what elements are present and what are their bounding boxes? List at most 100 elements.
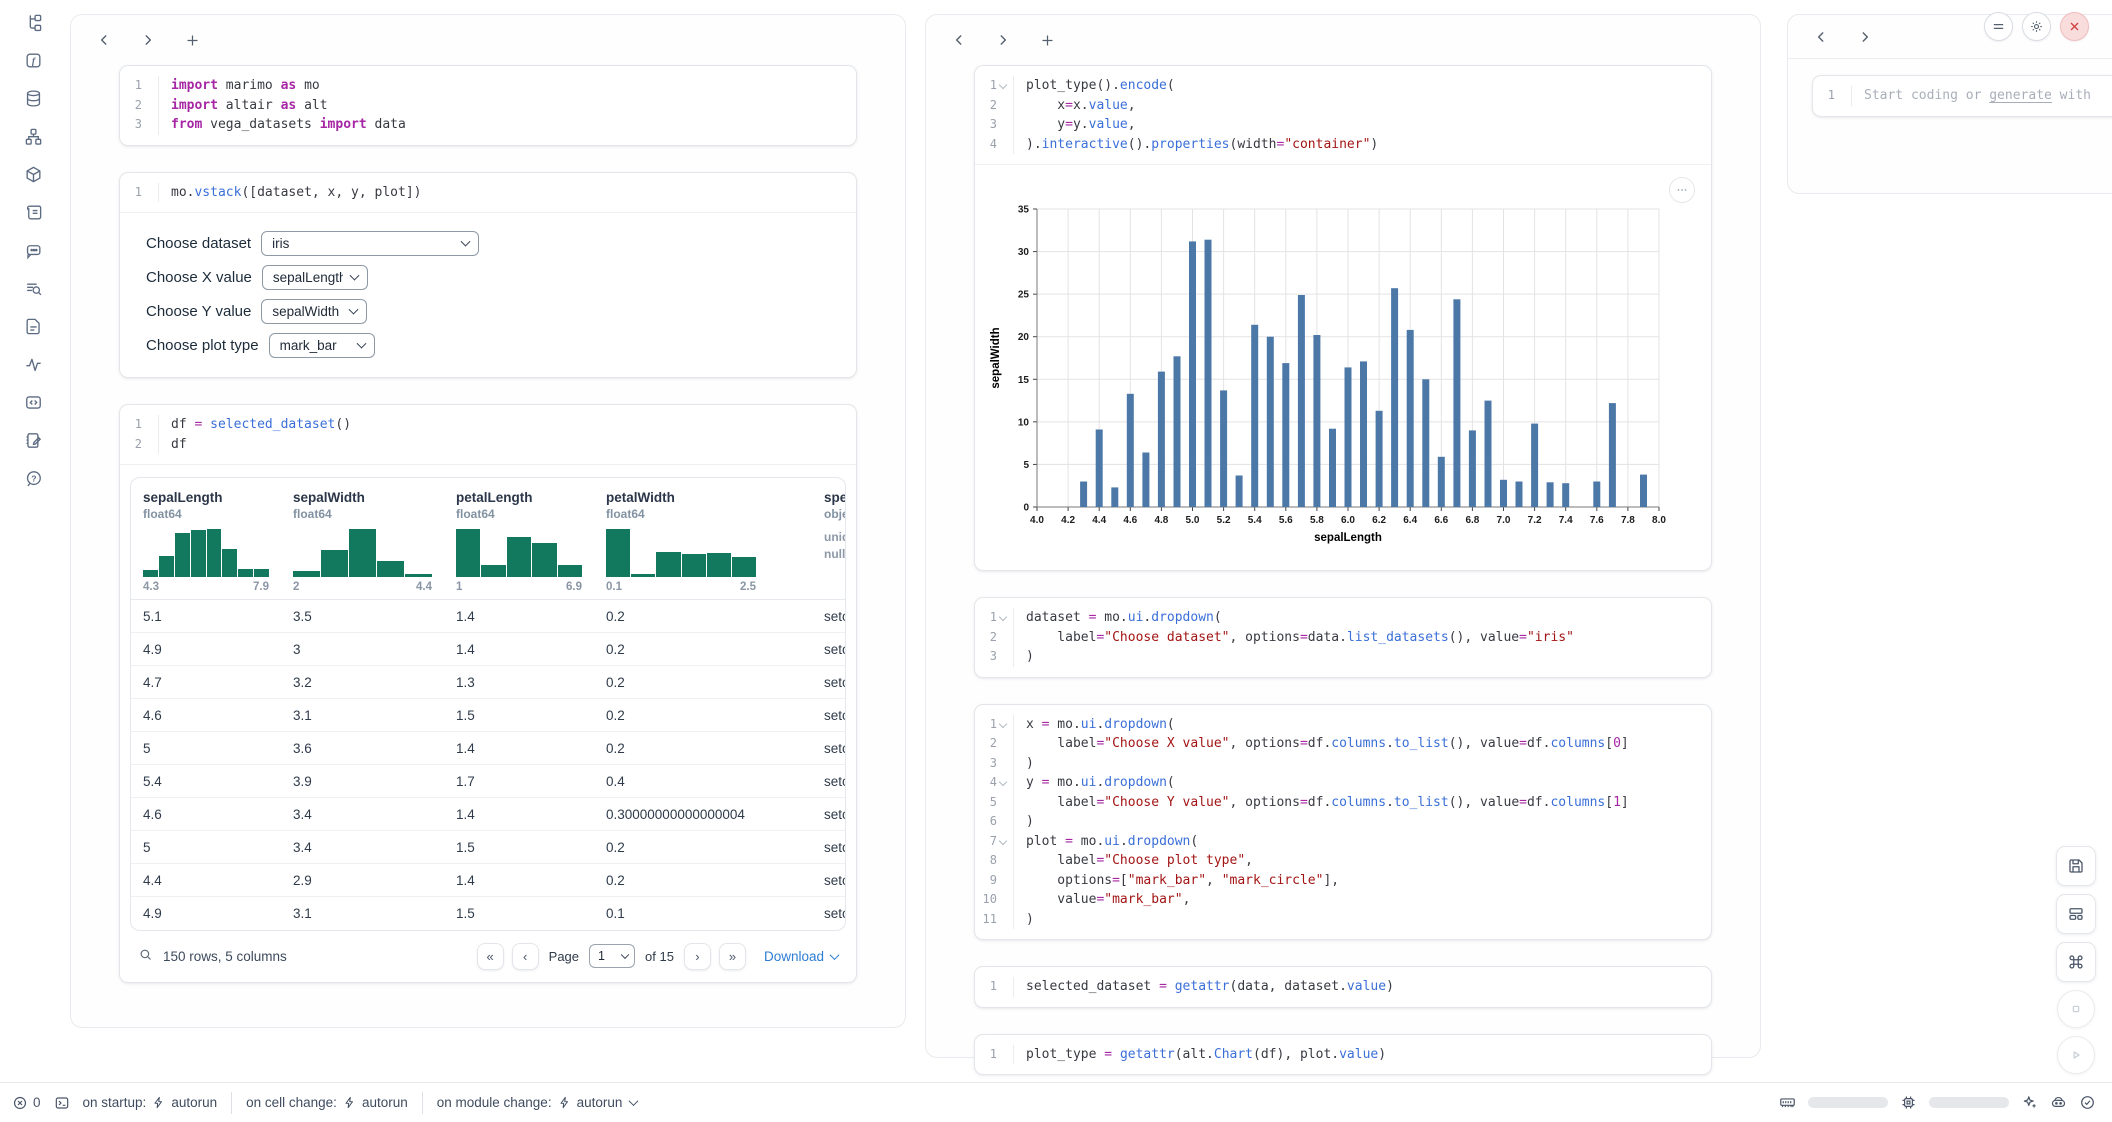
first-page-button[interactable]: « — [477, 943, 504, 970]
fold-toggle-icon[interactable] — [997, 80, 1008, 91]
table-row[interactable]: 4.73.21.30.2setosa — [131, 666, 846, 699]
histogram-bar — [349, 529, 376, 577]
code-editor[interactable]: 1234plot_type().encode( x=x.value, y=y.v… — [975, 66, 1711, 164]
choose-y-value-select[interactable]: sepalWidth — [261, 299, 367, 324]
ai-assistant-button[interactable] — [2021, 1094, 2038, 1111]
settings-button[interactable] — [2022, 12, 2051, 41]
bar-chart: 4.04.24.44.64.85.05.25.45.65.86.06.26.46… — [985, 171, 1701, 563]
column-dtype: float64 — [606, 507, 802, 521]
next-page-button[interactable]: › — [684, 943, 711, 970]
download-button[interactable]: Download — [764, 949, 838, 964]
chart-actions-button[interactable] — [1669, 177, 1695, 203]
copilot-button[interactable] — [2050, 1094, 2067, 1111]
copilot-icon — [2050, 1094, 2067, 1111]
sidebar-package-icon[interactable] — [24, 165, 43, 184]
run-all-button[interactable] — [2057, 1036, 2095, 1074]
previous-page-button[interactable]: ‹ — [512, 943, 539, 970]
generate-link[interactable]: generate — [1989, 88, 2052, 103]
column-left-icon[interactable] — [1810, 26, 1832, 48]
sidebar-ai-chat-icon[interactable] — [24, 241, 43, 260]
table-row[interactable]: 53.41.50.2setosa — [131, 831, 846, 864]
column-right-icon[interactable] — [1854, 26, 1876, 48]
connection-status-button[interactable] — [2079, 1094, 2096, 1111]
svg-text:15: 15 — [1018, 375, 1030, 386]
stop-button[interactable] — [2057, 990, 2095, 1028]
table-row[interactable]: 4.63.41.40.30000000000000004setosa — [131, 798, 846, 831]
sidebar-help-icon[interactable] — [24, 469, 43, 488]
code-editor[interactable]: 123import marimo as moimport altair as a… — [120, 66, 856, 145]
line-number: 4 — [990, 773, 1008, 793]
table-row[interactable]: 5.13.51.40.2setosa — [131, 600, 846, 633]
choose-dataset-select[interactable]: iris — [261, 231, 479, 256]
sidebar-logs-icon[interactable] — [24, 203, 43, 222]
fold-spacer — [997, 758, 1008, 769]
sidebar-database-icon[interactable] — [24, 89, 43, 108]
table-row[interactable]: 4.42.91.40.2setosa — [131, 864, 846, 897]
table-row[interactable]: 4.93.11.50.1setosa — [131, 897, 846, 930]
chevron-down-icon — [830, 950, 840, 960]
choose-x-value-select[interactable]: sepalLength — [262, 265, 368, 290]
column-histogram — [143, 529, 269, 577]
terminal-button[interactable] — [54, 1095, 70, 1111]
fold-toggle-icon[interactable] — [997, 777, 1008, 788]
column-left-icon[interactable] — [93, 29, 115, 51]
histogram-range: 16.9 — [456, 581, 582, 593]
table-cell: setosa — [812, 666, 846, 699]
line-numbers: 1234 — [975, 76, 1013, 154]
add-cell-icon[interactable] — [181, 29, 203, 51]
layout-toggle-button[interactable] — [2056, 894, 2096, 934]
sidebar-functions-icon[interactable] — [24, 51, 43, 70]
save-button[interactable] — [2056, 846, 2096, 886]
histogram-bar — [238, 569, 253, 577]
code-editor[interactable]: 1plot_type = getattr(alt.Chart(df), plot… — [975, 1035, 1711, 1075]
functions-icon — [24, 51, 43, 70]
page-select[interactable]: 1 — [589, 944, 635, 968]
line-number: 5 — [990, 793, 1008, 813]
sidebar-snippets-icon[interactable] — [24, 393, 43, 412]
code-editor[interactable]: 1selected_dataset = getattr(data, datase… — [975, 967, 1711, 1007]
table-row[interactable]: 4.63.11.50.2setosa — [131, 699, 846, 732]
column-right-icon[interactable] — [992, 29, 1014, 51]
run-setting-2[interactable]: on cell change:autorun — [246, 1095, 408, 1110]
last-page-button[interactable]: » — [719, 943, 746, 970]
notebook-menu-button[interactable] — [1984, 12, 2013, 41]
fold-toggle-icon[interactable] — [997, 719, 1008, 730]
search-icon — [138, 947, 153, 962]
sidebar-scratchpad-icon[interactable] — [24, 431, 43, 450]
code-line: ).interactive().properties(width="contai… — [1026, 135, 1711, 155]
fold-toggle-icon[interactable] — [997, 612, 1008, 623]
code-editor[interactable]: 1 Start coding or generate with — [1813, 76, 2112, 116]
column-left-icon[interactable] — [948, 29, 970, 51]
column-right-icon[interactable] — [137, 29, 159, 51]
dataframe-table: sepalLengthfloat644.37.9sepalWidthfloat6… — [130, 477, 846, 931]
errors-indicator[interactable]: 0 — [12, 1095, 41, 1111]
notebook-cell: 1plot_type = getattr(alt.Chart(df), plot… — [974, 1034, 1712, 1076]
code-editor[interactable]: 1mo.vstack([dataset, x, y, plot]) — [120, 173, 856, 213]
code-editor[interactable]: 123dataset = mo.ui.dropdown( label="Choo… — [975, 598, 1711, 677]
sidebar-tracing-icon[interactable] — [24, 355, 43, 374]
svg-text:6.4: 6.4 — [1403, 515, 1417, 526]
keyboard-shortcuts-button[interactable] — [2056, 942, 2096, 982]
notebook-cell: 1selected_dataset = getattr(data, datase… — [974, 966, 1712, 1008]
choose-plot-type-select[interactable]: mark_bar — [269, 333, 375, 358]
window-actions — [1984, 12, 2089, 41]
table-row[interactable]: 5.43.91.70.4setosa — [131, 765, 846, 798]
fold-spacer — [142, 80, 153, 91]
search-icon[interactable] — [138, 947, 153, 965]
add-cell-icon[interactable] — [1036, 29, 1058, 51]
shutdown-button[interactable] — [2060, 12, 2089, 41]
sidebar-dep-graph-icon[interactable] — [24, 127, 43, 146]
run-setting-3[interactable]: on module change:autorun — [437, 1095, 638, 1110]
fold-spacer — [997, 100, 1008, 111]
code-editor[interactable]: 1234567891011x = mo.ui.dropdown( label="… — [975, 705, 1711, 940]
sidebar-file-tree-icon[interactable] — [24, 13, 43, 32]
code-editor[interactable]: 12df = selected_dataset()df — [120, 405, 856, 464]
sidebar-doc-icon[interactable] — [24, 317, 43, 336]
line-number: 8 — [990, 851, 1008, 871]
run-setting-1[interactable]: on startup:autorun — [83, 1095, 218, 1110]
table-row[interactable]: 4.931.40.2setosa — [131, 633, 846, 666]
fold-toggle-icon[interactable] — [997, 836, 1008, 847]
notebook-column-1: 123import marimo as moimport altair as a… — [70, 14, 906, 1028]
sidebar-outline-search-icon[interactable] — [24, 279, 43, 298]
table-row[interactable]: 53.61.40.2setosa — [131, 732, 846, 765]
